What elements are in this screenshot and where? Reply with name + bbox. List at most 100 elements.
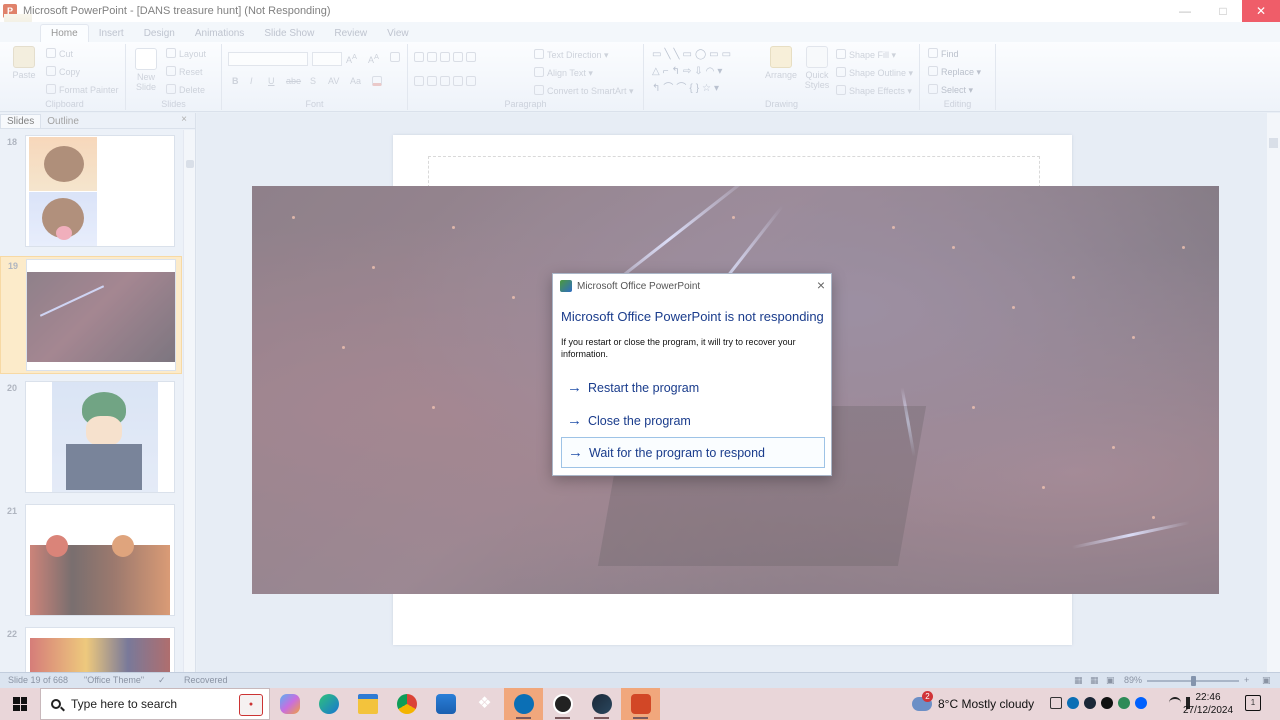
file-explorer-icon[interactable] <box>348 688 387 720</box>
delete-slide-button[interactable]: Delete <box>166 84 205 95</box>
text-direction-button[interactable]: Text Direction ▾ <box>534 49 609 61</box>
bold-button[interactable]: B <box>232 76 239 86</box>
wait-program-option[interactable]: → Wait for the program to respond <box>561 437 825 468</box>
bullets-button[interactable] <box>414 52 479 63</box>
underline-button[interactable]: U <box>268 76 275 86</box>
close-icon[interactable]: × <box>817 277 825 293</box>
shapes-gallery[interactable]: ▭╲╲▭◯▭▭ △⌐↰⇨⇩◠▾ ↰⌒⌒{}☆▾ <box>652 46 734 97</box>
close-program-option[interactable]: → Close the program <box>561 405 825 436</box>
weather-widget[interactable]: 2 8°C Mostly cloudy <box>912 688 1034 720</box>
zoom-slider-handle[interactable] <box>1190 676 1196 686</box>
dropbox-icon[interactable]: ❖ <box>465 688 504 720</box>
tray-app-icon[interactable] <box>1067 697 1079 709</box>
slide-thumbnail-20[interactable]: 20 <box>0 379 182 497</box>
new-slide-button[interactable]: New Slide <box>130 48 162 92</box>
tab-slide-show[interactable]: Slide Show <box>254 25 324 42</box>
normal-view-icon[interactable]: ▦ <box>1074 675 1083 686</box>
shadow-button[interactable]: S <box>310 76 316 86</box>
copy-button[interactable]: Copy <box>46 66 80 77</box>
fit-window-icon[interactable]: ▣ <box>1262 675 1271 686</box>
arrange-icon <box>770 46 792 68</box>
powerpoint-icon[interactable] <box>621 688 660 720</box>
windows-icon <box>13 697 27 711</box>
slide-thumbnail-21[interactable]: 21 <box>0 502 182 620</box>
chrome-icon[interactable] <box>387 688 426 720</box>
character-spacing-button[interactable]: AV <box>328 76 339 86</box>
calendar-icon[interactable]: ● <box>239 694 263 716</box>
shape-outline-button[interactable]: Shape Outline ▾ <box>836 67 913 79</box>
maximize-icon[interactable]: □ <box>1204 0 1242 22</box>
italic-button[interactable]: I <box>250 76 253 86</box>
vlc-icon[interactable] <box>504 688 543 720</box>
taskbar-search[interactable]: Type here to search ● <box>40 688 270 720</box>
slide-sorter-icon[interactable]: ▦ <box>1090 675 1099 686</box>
tray-security-icon[interactable] <box>1118 697 1130 709</box>
shape-fill-button[interactable]: Shape Fill ▾ <box>836 49 896 61</box>
tab-review[interactable]: Review <box>324 25 377 42</box>
clock[interactable]: 22:46 27/12/2024 <box>1183 691 1233 717</box>
text-direction-icon <box>534 49 544 59</box>
scroll-thumb[interactable] <box>186 160 194 168</box>
clear-formatting-button[interactable] <box>390 52 403 63</box>
copilot-icon[interactable] <box>270 688 309 720</box>
reset-button[interactable]: Reset <box>166 66 203 77</box>
tab-insert[interactable]: Insert <box>89 25 134 42</box>
tab-view[interactable]: View <box>377 25 419 42</box>
steam-icon[interactable] <box>582 688 621 720</box>
arrange-button[interactable]: Arrange <box>762 46 800 80</box>
wifi-icon[interactable] <box>1169 697 1181 709</box>
align-text-button[interactable]: Align Text ▾ <box>534 67 593 79</box>
convert-smartart-button[interactable]: Convert to SmartArt ▾ <box>534 85 634 97</box>
replace-button[interactable]: Replace ▾ <box>928 66 981 78</box>
quick-styles-button[interactable]: Quick Styles <box>800 46 834 90</box>
slide-thumbnail-19[interactable]: 19 <box>0 256 182 374</box>
close-icon[interactable]: × <box>181 114 187 125</box>
tray-dropbox-icon[interactable] <box>1135 697 1147 709</box>
tab-home[interactable]: Home <box>40 24 89 42</box>
restart-program-option[interactable]: → Restart the program <box>561 372 825 403</box>
alignment-buttons[interactable] <box>414 76 479 87</box>
tab-outline[interactable]: Outline <box>41 115 85 128</box>
zoom-in-icon[interactable]: + <box>1244 675 1249 685</box>
slides-scrollbar[interactable] <box>183 130 195 672</box>
option-label: Wait for the program to respond <box>589 445 766 460</box>
layout-button[interactable]: Layout <box>166 48 206 59</box>
format-painter-button[interactable]: Format Painter <box>46 84 119 95</box>
find-button[interactable]: Find <box>928 48 959 59</box>
cut-button[interactable]: Cut <box>46 48 73 59</box>
font-name-select[interactable] <box>228 52 308 66</box>
strikethrough-button[interactable]: abe <box>286 76 301 86</box>
spelling-icon[interactable]: ✓ <box>158 675 166 686</box>
start-button[interactable] <box>0 688 40 720</box>
notification-icon[interactable]: 1 <box>1245 695 1261 711</box>
font-color-button[interactable] <box>372 76 385 87</box>
scroll-thumb[interactable] <box>1269 138 1278 148</box>
close-icon[interactable]: ✕ <box>1242 0 1280 22</box>
steam-like-icon[interactable] <box>543 688 582 720</box>
tab-slides[interactable]: Slides <box>0 114 42 128</box>
slide-thumbnail-22[interactable]: 22 <box>0 625 182 672</box>
grow-font-button[interactable]: AA <box>346 52 357 65</box>
tab-animations[interactable]: Animations <box>185 25 254 42</box>
select-button[interactable]: Select ▾ <box>928 84 973 96</box>
paste-button[interactable]: Paste <box>8 46 40 80</box>
dialog-title-bar: Microsoft Office PowerPoint × <box>553 274 831 298</box>
slide-thumbnail-18[interactable]: 18 <box>0 133 182 251</box>
minimize-icon[interactable]: — <box>1166 0 1204 22</box>
store-icon[interactable] <box>426 688 465 720</box>
edge-icon[interactable] <box>309 688 348 720</box>
title-placeholder[interactable] <box>428 156 1040 188</box>
tray-steam-icon[interactable] <box>1084 697 1096 709</box>
zoom-level[interactable]: 89% <box>1124 675 1142 685</box>
change-case-button[interactable]: Aa <box>350 76 361 86</box>
tray-app-icon[interactable] <box>1050 697 1062 709</box>
theme-name: "Office Theme" <box>84 675 145 685</box>
shape-effects-button[interactable]: Shape Effects ▾ <box>836 85 912 97</box>
chevron-up-icon[interactable] <box>1152 697 1164 709</box>
tray-app-icon[interactable] <box>1101 697 1113 709</box>
tab-design[interactable]: Design <box>134 25 185 42</box>
slideshow-view-icon[interactable]: ▣ <box>1106 675 1115 686</box>
editor-scrollbar[interactable] <box>1267 113 1280 672</box>
font-size-select[interactable] <box>312 52 342 66</box>
shrink-font-button[interactable]: AA <box>368 52 379 65</box>
